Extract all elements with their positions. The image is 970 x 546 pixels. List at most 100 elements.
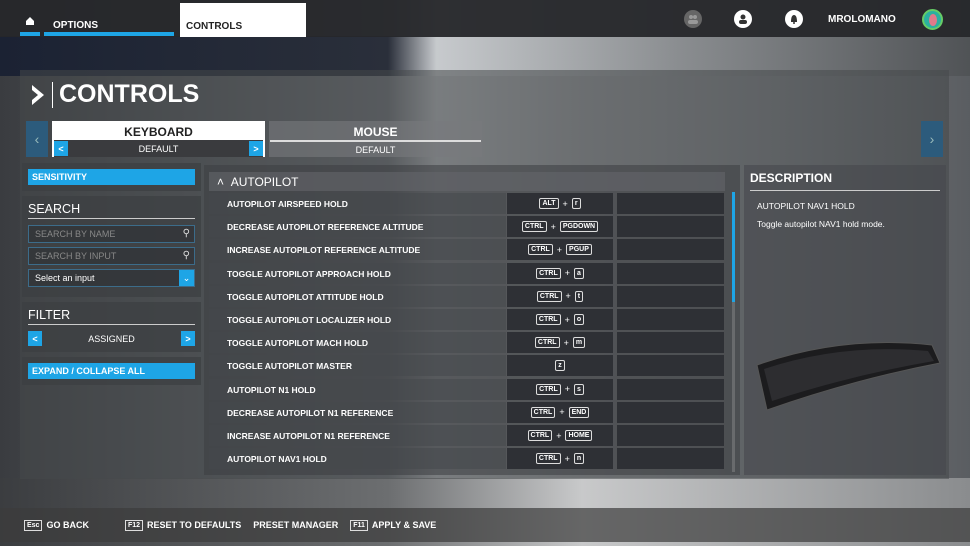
table-row[interactable]: TOGGLE AUTOPILOT MACH HOLD CTRL + m <box>209 332 725 354</box>
table-row[interactable]: TOGGLE AUTOPILOT LOCALIZER HOLD CTRL + o <box>209 309 725 330</box>
footer-action[interactable]: PRESET MANAGER <box>253 520 338 531</box>
key-cap: CTRL <box>536 383 561 395</box>
primary-binding[interactable]: CTRL + END <box>507 401 613 423</box>
filter-value: ASSIGNED <box>88 333 135 344</box>
prev-preset-button[interactable]: < <box>54 141 68 156</box>
search-by-name-input[interactable]: SEARCH BY NAME ⚲ <box>28 225 195 243</box>
tab-options-label: OPTIONS <box>53 20 99 31</box>
table-row[interactable]: TOGGLE AUTOPILOT APPROACH HOLD CTRL + a <box>209 262 725 284</box>
preset-label: DEFAULT <box>138 143 179 154</box>
plus: + <box>556 430 562 441</box>
select-input-dropdown[interactable]: Select an input ⌄ <box>28 269 195 287</box>
key-cap: a <box>574 267 584 279</box>
primary-binding[interactable]: CTRL + PGUP <box>507 239 613 261</box>
username[interactable]: MROLOMANO <box>828 14 896 25</box>
tab-keyboard[interactable]: KEYBOARD < DEFAULT > <box>52 121 265 157</box>
secondary-binding[interactable] <box>617 309 724 330</box>
key-cap: CTRL <box>536 290 562 302</box>
action-label: DECREASE AUTOPILOT REFERENCE ALTITUDE <box>209 216 506 238</box>
description-heading: DESCRIPTION <box>750 171 940 191</box>
filter-next-button[interactable]: > <box>181 331 195 346</box>
secondary-binding[interactable] <box>617 239 724 261</box>
notifications-icon[interactable] <box>785 10 803 28</box>
footer-label: GO BACK <box>46 520 89 530</box>
primary-binding[interactable]: z <box>507 355 613 377</box>
secondary-binding[interactable] <box>617 285 724 307</box>
table-row[interactable]: AUTOPILOT N1 HOLD CTRL + s <box>209 378 725 400</box>
action-label: AUTOPILOT AIRSPEED HOLD <box>209 193 506 214</box>
next-device-button[interactable]: › <box>921 121 943 157</box>
plus: + <box>556 244 563 255</box>
description-item: AUTOPILOT NAV1 HOLD <box>757 201 855 211</box>
scrollbar[interactable] <box>732 192 735 472</box>
footer-action[interactable]: F11 APPLY & SAVE <box>350 519 436 531</box>
device-name: KEYBOARD <box>124 125 193 139</box>
table-row[interactable]: AUTOPILOT NAV1 HOLD CTRL + n <box>209 448 725 470</box>
secondary-binding[interactable] <box>617 262 724 284</box>
secondary-binding[interactable] <box>617 425 724 446</box>
key-cap: m <box>572 337 586 349</box>
secondary-binding[interactable] <box>617 448 724 470</box>
action-label: INCREASE AUTOPILOT REFERENCE ALTITUDE <box>209 239 506 261</box>
search-heading: SEARCH <box>28 202 195 219</box>
table-row[interactable]: TOGGLE AUTOPILOT ATTITUDE HOLD CTRL + t <box>209 285 725 307</box>
home-icon <box>26 17 34 25</box>
table-row[interactable]: DECREASE AUTOPILOT N1 REFERENCE CTRL + END <box>209 401 725 423</box>
profile-icon[interactable] <box>734 10 752 28</box>
key-hint: F11 <box>350 519 368 531</box>
footer-action[interactable]: Esc GO BACK <box>24 519 89 531</box>
description-panel: DESCRIPTION AUTOPILOT NAV1 HOLD Toggle a… <box>744 165 946 475</box>
chevron-right-icon <box>32 84 44 105</box>
footer-action[interactable]: F12 RESET TO DEFAULTS <box>124 519 241 531</box>
tab-options[interactable]: OPTIONS <box>44 14 174 36</box>
primary-binding[interactable]: CTRL + s <box>507 378 613 400</box>
key-cap: s <box>574 383 584 395</box>
table-row[interactable]: TOGGLE AUTOPILOT MASTER z <box>209 355 725 377</box>
keyboard-image <box>756 342 941 411</box>
secondary-binding[interactable] <box>617 216 724 238</box>
key-cap: CTRL <box>535 453 561 465</box>
plus: + <box>550 221 556 232</box>
plus: + <box>564 453 570 464</box>
tab-mouse[interactable]: MOUSE DEFAULT <box>269 121 482 157</box>
primary-binding[interactable]: CTRL + t <box>507 285 613 307</box>
table-row[interactable]: INCREASE AUTOPILOT N1 REFERENCE CTRL + HOME <box>209 425 725 446</box>
next-preset-button[interactable]: > <box>249 141 263 156</box>
key-cap: CTRL <box>528 244 553 256</box>
table-row[interactable]: INCREASE AUTOPILOT REFERENCE ALTITUDE CTR… <box>209 239 725 261</box>
secondary-binding[interactable] <box>617 332 724 354</box>
page-title: CONTROLS <box>30 80 199 109</box>
sidebar: SENSITIVITY SEARCH SEARCH BY NAME ⚲ SEARC… <box>22 163 201 390</box>
primary-binding[interactable]: CTRL + m <box>507 332 613 354</box>
sensitivity-button[interactable]: SENSITIVITY <box>28 169 195 185</box>
expand-collapse-button[interactable]: EXPAND / COLLAPSE ALL <box>28 363 195 379</box>
action-label: TOGGLE AUTOPILOT MACH HOLD <box>209 332 506 354</box>
primary-binding[interactable]: CTRL + o <box>507 309 613 330</box>
primary-binding[interactable]: CTRL + PGDOWN <box>507 216 613 238</box>
key-hint: Esc <box>24 519 43 531</box>
home-button[interactable] <box>20 14 40 36</box>
friends-icon[interactable] <box>684 10 702 28</box>
prev-device-button[interactable]: ‹ <box>26 121 48 157</box>
plus: + <box>563 337 569 348</box>
avatar[interactable] <box>922 9 943 30</box>
primary-binding[interactable]: CTRL + n <box>507 448 613 470</box>
action-label: AUTOPILOT NAV1 HOLD <box>209 448 506 470</box>
primary-binding[interactable]: ALT + r <box>507 193 613 214</box>
section-autopilot[interactable]: ˄ AUTOPILOT <box>209 172 725 191</box>
secondary-binding[interactable] <box>617 401 724 423</box>
top-bar: OPTIONS CONTROLS MROLOMANO <box>0 0 970 37</box>
primary-binding[interactable]: CTRL + a <box>507 262 613 284</box>
tab-controls[interactable]: CONTROLS <box>180 3 306 37</box>
secondary-binding[interactable] <box>617 355 724 377</box>
table-row[interactable]: AUTOPILOT AIRSPEED HOLD ALT + r <box>209 193 725 214</box>
filter-prev-button[interactable]: < <box>28 331 42 346</box>
table-row[interactable]: DECREASE AUTOPILOT REFERENCE ALTITUDE CTR… <box>209 216 725 238</box>
plus: + <box>564 384 571 395</box>
primary-binding[interactable]: CTRL + HOME <box>507 425 613 446</box>
search-by-input-input[interactable]: SEARCH BY INPUT ⚲ <box>28 247 195 265</box>
secondary-binding[interactable] <box>617 193 724 214</box>
key-cap: o <box>573 314 585 325</box>
secondary-binding[interactable] <box>617 378 724 400</box>
preset-label: DEFAULT <box>355 144 396 155</box>
